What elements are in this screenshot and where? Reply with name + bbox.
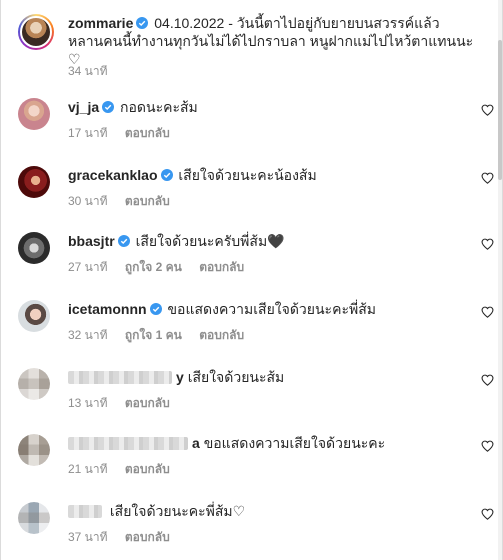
post-caption: zommarie 04.10.2022 - วันนี้ตาไปอยู่กับย…	[18, 12, 478, 82]
comment-text: ขอแสดงความเสียใจด้วยนะคะพี่ส้ม	[167, 301, 376, 317]
heart-outline-icon[interactable]	[481, 172, 494, 184]
comment-text: กอดนะคะส้ม	[120, 99, 198, 115]
comment-username[interactable]: vj_ja	[68, 99, 99, 115]
comment-text: เสียใจด้วยนะคะพี่ส้ม♡	[109, 503, 246, 519]
comment-item: vj_ja กอดนะคะส้ม 17 นาที ตอบกลับ	[18, 98, 498, 158]
comment-text: ขอแสดงความเสียใจด้วยนะคะ	[203, 435, 386, 451]
reply-button[interactable]: ตอบกลับ	[125, 126, 170, 140]
comment-timestamp[interactable]: 30 นาที	[68, 194, 108, 208]
verified-badge-icon	[102, 101, 115, 113]
reply-button[interactable]: ตอบกลับ	[125, 194, 170, 208]
comment-timestamp[interactable]: 27 นาที	[68, 260, 108, 274]
verified-badge-icon	[149, 303, 162, 315]
caption-username[interactable]: zommarie	[68, 15, 133, 31]
comment-text: เสียใจด้วยนะครับพี่ส้ม🖤	[135, 233, 285, 249]
heart-outline-icon[interactable]	[481, 440, 494, 452]
heart-outline-icon[interactable]	[481, 104, 494, 116]
commenter-avatar[interactable]	[18, 300, 50, 332]
scrollbar-thumb[interactable]	[498, 40, 502, 180]
verified-badge-icon	[117, 235, 130, 247]
comment-timestamp[interactable]: 37 นาที	[68, 530, 108, 544]
reply-button[interactable]: ตอบกลับ	[125, 462, 170, 476]
commenter-avatar[interactable]	[18, 166, 50, 198]
comment-item: bbasjtr เสียใจด้วยนะครับพี่ส้ม🖤 27 นาที …	[18, 232, 498, 292]
caption-date: 04.10.2022	[154, 15, 225, 31]
obscured-username	[68, 371, 172, 384]
comment-username[interactable]: gracekanklao	[68, 167, 158, 183]
comment-item: gracekanklao เสียใจด้วยนะคะน้องส้ม 30 นา…	[18, 166, 498, 226]
caption-timestamp[interactable]: 34 นาที	[68, 62, 108, 81]
comment-timestamp[interactable]: 13 นาที	[68, 396, 108, 410]
heart-outline-icon[interactable]	[481, 238, 494, 250]
likes-count[interactable]: ถูกใจ 2 คน	[125, 260, 182, 274]
commenter-avatar[interactable]	[18, 434, 50, 466]
reply-button[interactable]: ตอบกลับ	[199, 260, 244, 274]
comment-text: เสียใจด้วยนะคะน้องส้ม	[178, 167, 317, 183]
heart-outline-icon[interactable]	[481, 374, 494, 386]
comment-item: เสียใจด้วยนะคะพี่ส้ม♡ 37 นาที ตอบกลับ	[18, 502, 498, 560]
heart-outline-icon[interactable]	[481, 306, 494, 318]
comment-username[interactable]: icetamonnn	[68, 301, 147, 317]
commenter-avatar[interactable]	[18, 502, 50, 534]
comment-text: เสียใจด้วยนะส้ม	[187, 369, 285, 385]
comment-timestamp[interactable]: 21 นาที	[68, 462, 108, 476]
comment-username[interactable]: a	[192, 435, 200, 451]
commenter-avatar[interactable]	[18, 98, 50, 130]
caption-author-avatar[interactable]	[18, 14, 54, 50]
obscured-username	[68, 505, 102, 518]
verified-badge-icon	[136, 17, 149, 29]
likes-count[interactable]: ถูกใจ 1 คน	[125, 328, 182, 342]
comment-timestamp[interactable]: 17 นาที	[68, 126, 108, 140]
comment-item: icetamonnn ขอแสดงความเสียใจด้วยนะคะพี่ส้…	[18, 300, 498, 360]
verified-badge-icon	[160, 169, 173, 181]
reply-button[interactable]: ตอบกลับ	[125, 530, 170, 544]
comment-username[interactable]: y	[176, 369, 184, 385]
commenter-avatar[interactable]	[18, 232, 50, 264]
comment-timestamp[interactable]: 32 นาที	[68, 328, 108, 342]
comment-username[interactable]: bbasjtr	[68, 233, 115, 249]
obscured-username	[68, 437, 188, 450]
commenter-avatar[interactable]	[18, 368, 50, 400]
comment-item: a ขอแสดงความเสียใจด้วยนะคะ 21 นาที ตอบกล…	[18, 434, 498, 494]
reply-button[interactable]: ตอบกลับ	[199, 328, 244, 342]
comment-item: y เสียใจด้วยนะส้ม 13 นาที ตอบกลับ	[18, 368, 498, 428]
heart-outline-icon[interactable]	[481, 508, 494, 520]
reply-button[interactable]: ตอบกลับ	[125, 396, 170, 410]
